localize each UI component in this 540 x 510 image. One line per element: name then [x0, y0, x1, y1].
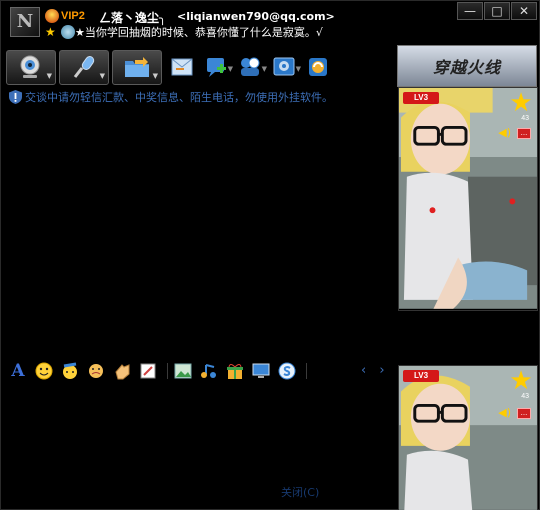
- volume-icon[interactable]: ◀): [498, 406, 511, 419]
- shake-face-icon: [89, 364, 103, 378]
- email-icon: [171, 58, 193, 76]
- level-badge: LV3: [403, 370, 439, 382]
- screen-capture-button[interactable]: [137, 360, 159, 382]
- contact-signature: ★当你学回抽烟的时候、恭喜你懂了什么是寂寞。√: [75, 26, 323, 39]
- scroll-left-arrow[interactable]: ‹: [361, 363, 366, 378]
- contact-photo-image: [399, 88, 537, 309]
- close-button-footer[interactable]: 关闭(C): [281, 484, 319, 500]
- message-history-area[interactable]: [5, 107, 393, 357]
- minimize-button[interactable]: —: [457, 2, 483, 20]
- level-badge: LV3: [403, 92, 439, 104]
- toolbar-scroll-arrows: ‹ ›: [361, 363, 394, 378]
- close-button[interactable]: ✕: [511, 2, 537, 20]
- microphone-icon: [73, 56, 95, 78]
- safety-warning-text: 交谈中请勿轻信汇款、中奖信息、陌生电话，勿使用外挂软件。: [25, 91, 333, 104]
- video-camera-icon: [20, 55, 40, 78]
- contact-show-photo[interactable]: LV3 ★ 43 ◀) ...: [398, 87, 538, 311]
- qq-software-icon: [309, 58, 327, 76]
- star-count: 43: [521, 393, 529, 400]
- my-show-photo[interactable]: LV3 ★ 43 ◀) ...: [398, 365, 538, 510]
- ad-banner-title: 穿越火线: [432, 58, 501, 77]
- toolbar-divider: [167, 363, 168, 379]
- music-button[interactable]: [198, 360, 220, 382]
- format-toolbar: A: [7, 360, 311, 382]
- safety-warning: 交谈中请勿轻信汇款、中奖信息、陌生电话，勿使用外挂软件。: [9, 89, 333, 105]
- font-icon: A: [11, 361, 25, 381]
- font-button[interactable]: A: [7, 360, 29, 382]
- music-note-icon: [201, 364, 216, 378]
- qq-software-button[interactable]: [301, 50, 335, 84]
- add-friend-icon: [207, 58, 226, 77]
- video-chat-button[interactable]: ▼: [6, 49, 56, 85]
- shake-window-button[interactable]: [85, 360, 107, 382]
- photo-close-button[interactable]: ...: [517, 128, 531, 139]
- main-toolbar: ▼ ▼ ▼ ▼ ▼ ▼: [6, 49, 335, 85]
- voice-message-button[interactable]: [111, 360, 133, 382]
- qq-search-button[interactable]: [276, 360, 298, 382]
- send-email-button[interactable]: [165, 50, 199, 84]
- scroll-right-arrow[interactable]: ›: [379, 363, 384, 378]
- star-count: 43: [521, 115, 529, 122]
- magic-face-icon: [63, 362, 77, 379]
- star-icon: ★: [45, 25, 56, 39]
- folder-transfer-icon: [125, 57, 149, 77]
- add-friend-button[interactable]: ▼: [199, 50, 233, 84]
- window-controls: — □ ✕: [456, 2, 537, 20]
- soso-icon: [278, 362, 296, 380]
- emoticon-button[interactable]: [33, 360, 55, 382]
- game-ad-banner[interactable]: 穿越火线: [397, 45, 537, 87]
- application-icon: [273, 57, 295, 76]
- vip-level-label: VIP2: [61, 10, 85, 22]
- image-icon: [174, 363, 192, 379]
- gift-icon: [227, 364, 243, 379]
- photo-close-button[interactable]: ...: [517, 408, 531, 419]
- gift-button[interactable]: [224, 360, 246, 382]
- contact-email[interactable]: <liqianwen790@qq.com>: [177, 10, 335, 23]
- remote-assistance-button[interactable]: [250, 360, 272, 382]
- group-chat-button[interactable]: ▼: [233, 50, 267, 84]
- toolbar-divider: [306, 363, 307, 379]
- message-input-area[interactable]: [5, 385, 393, 479]
- voice-chat-button[interactable]: ▼: [59, 49, 109, 85]
- scissors-pen-icon: [140, 363, 156, 379]
- group-chat-icon: [241, 57, 260, 76]
- qq-show-icon: [61, 25, 75, 39]
- monitor-icon: [252, 363, 270, 378]
- volume-icon[interactable]: ◀): [498, 126, 511, 139]
- hand-icon: [115, 364, 130, 380]
- maximize-button[interactable]: □: [484, 2, 510, 20]
- send-file-button[interactable]: ▼: [112, 49, 162, 85]
- contact-avatar[interactable]: N: [10, 7, 40, 37]
- chat-window: N VIP2 ★ ㄥ落丶逸尘╮ <liqianwen790@qq.com> ★当…: [0, 0, 540, 510]
- application-button[interactable]: ▼: [267, 50, 301, 84]
- magic-emoticon-button[interactable]: [59, 360, 81, 382]
- title-bar[interactable]: N VIP2 ★ ㄥ落丶逸尘╮ <liqianwen790@qq.com> ★当…: [1, 1, 540, 41]
- smiley-icon: [35, 362, 53, 380]
- vip-crown-icon: [45, 9, 59, 23]
- shield-icon: [9, 90, 22, 104]
- send-image-button[interactable]: [172, 360, 194, 382]
